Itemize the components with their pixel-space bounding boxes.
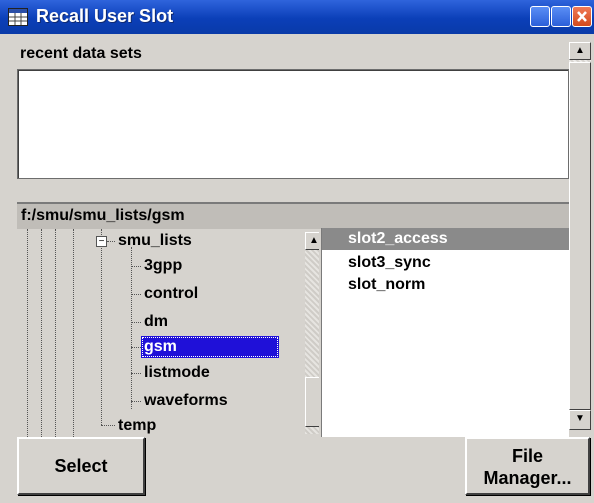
- recent-data-sets-list[interactable]: [17, 69, 569, 179]
- tree-connector: [131, 401, 141, 402]
- path-bar: f:/smu/smu_lists/gsm: [17, 202, 569, 229]
- tree-item-listmode[interactable]: listmode: [141, 362, 213, 384]
- tree-item-dm[interactable]: dm: [141, 311, 171, 333]
- tree-guide-line: [41, 229, 42, 437]
- maximize-icon[interactable]: [551, 6, 571, 27]
- tree-guide-line: [55, 229, 56, 437]
- tree-guide-line: [101, 229, 102, 425]
- file-item-slot2-access[interactable]: slot2_access: [322, 228, 570, 250]
- scroll-up-icon[interactable]: ▲: [569, 42, 591, 60]
- close-icon[interactable]: [572, 6, 592, 27]
- scroll-up-icon[interactable]: ▲: [305, 232, 319, 250]
- tree-item-temp[interactable]: temp: [115, 415, 159, 437]
- directory-tree[interactable]: − smu_lists 3gpp control dm gsm listmode…: [17, 229, 319, 437]
- current-path: f:/smu/smu_lists/gsm: [21, 207, 185, 224]
- recent-data-sets-label: recent data sets: [20, 45, 142, 62]
- file-manager-label-line2: Manager...: [483, 468, 572, 488]
- tree-connector: [131, 347, 141, 348]
- tree-scroll-thumb[interactable]: [305, 377, 319, 427]
- window-title: Recall User Slot: [36, 6, 174, 26]
- tree-item-waveforms[interactable]: waveforms: [141, 390, 231, 412]
- file-list[interactable]: slot2_access slot3_sync slot_norm: [321, 228, 570, 437]
- table-window-icon: [8, 8, 28, 26]
- tree-item-3gpp[interactable]: 3gpp: [141, 255, 185, 277]
- tree-item-gsm[interactable]: gsm: [141, 336, 279, 358]
- file-item-slot-norm[interactable]: slot_norm: [322, 274, 570, 296]
- tree-item-control[interactable]: control: [141, 283, 201, 305]
- tree-connector: [107, 241, 115, 242]
- tree-connector: [131, 373, 141, 374]
- minimize-icon[interactable]: [530, 6, 550, 27]
- collapse-icon[interactable]: −: [96, 236, 107, 247]
- close-x-glyph: [577, 11, 587, 22]
- tree-guide-line: [131, 247, 132, 409]
- file-item-slot3-sync[interactable]: slot3_sync: [322, 252, 570, 274]
- title-bar: Recall User Slot: [0, 0, 594, 34]
- tree-connector: [131, 294, 141, 295]
- tree-connector: [101, 425, 115, 426]
- main-scrollbar[interactable]: ▲ ▼: [569, 42, 591, 430]
- file-manager-button[interactable]: File Manager...: [465, 437, 590, 495]
- scroll-down-icon[interactable]: ▼: [569, 410, 591, 430]
- file-manager-label-line1: File: [511, 446, 543, 466]
- tree-connector: [131, 266, 141, 267]
- tree-guide-line: [27, 229, 28, 437]
- select-button[interactable]: Select: [17, 437, 145, 495]
- tree-item-smu-lists[interactable]: smu_lists: [115, 230, 195, 252]
- tree-scrollbar[interactable]: ▲: [305, 232, 319, 434]
- tree-connector: [131, 322, 141, 323]
- tree-guide-line: [73, 229, 74, 437]
- main-scroll-thumb[interactable]: [569, 62, 591, 410]
